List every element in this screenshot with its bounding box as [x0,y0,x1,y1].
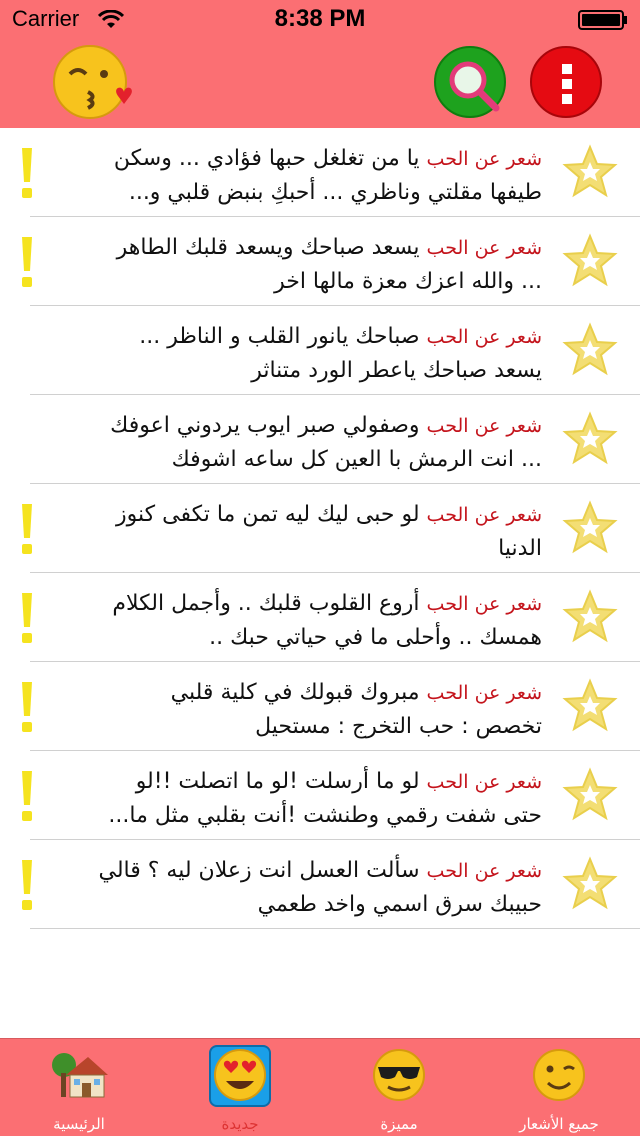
poem-line-2: ... والله اعزك معزة مالها اخر [274,269,542,294]
poem-list[interactable]: شعر عن الحب يا من تغلغل حبها فؤادي ... و… [0,128,640,1038]
row-separator [30,928,640,929]
tab-label: الرئيسية [53,1115,105,1133]
tab-label: مميزة [380,1115,418,1133]
poem-line-1: لو حبى ليك ليه تمن ما تكفى كنوز [116,502,420,527]
poem-tag: شعر عن الحب [426,860,542,882]
more-vertical-icon [562,64,572,104]
poem-line-1: صباحك يانور القلب و الناظر ... [139,324,420,349]
status-bar: Carrier 8:38 PM [0,0,640,40]
poem-text: شعر عن الحب يسعد صباحك ويسعد قلبك الطاهر… [52,231,542,299]
star-icon[interactable] [562,589,618,643]
poem-line-1: وصفولي صبر ايوب يردوني اعوفك [110,413,420,438]
tab-label: جميع الأشعار [519,1115,599,1133]
poem-line-2: همسك .. وأحلى ما في حياتي حبك .. [209,625,542,650]
tab-home[interactable]: الرئيسية [24,1039,134,1136]
star-icon[interactable] [562,144,618,198]
star-icon[interactable] [562,500,618,554]
tab-new[interactable]: جديدة [185,1039,295,1136]
star-icon[interactable] [562,322,618,376]
poem-tag: شعر عن الحب [426,237,542,259]
exclamation-icon [22,682,32,732]
sunglasses-emoji-icon [373,1049,425,1101]
star-icon[interactable] [562,233,618,287]
exclamation-icon [22,237,32,287]
poem-line-2: حتى شفت رقمي وطنشت !أنت بقلبي مثل ما... [108,803,542,828]
list-item[interactable]: شعر عن الحب يا من تغلغل حبها فؤادي ... و… [0,128,640,217]
exclamation-icon [22,148,32,198]
poem-line-2: الدنيا [498,536,542,561]
exclamation-icon [22,504,32,554]
poem-line-1: لو ما أرسلت !لو ما اتصلت !!لو [135,769,420,794]
list-item[interactable]: شعر عن الحب يسعد صباحك ويسعد قلبك الطاهر… [0,217,640,306]
star-icon[interactable] [562,856,618,910]
poem-text: شعر عن الحب وصفولي صبر ايوب يردوني اعوفك… [52,409,542,477]
wink-emoji-icon [533,1049,585,1101]
star-icon[interactable] [562,767,618,821]
poem-line-2: ... انت الرمش با العين كل ساعه اشوفك [171,447,542,472]
poem-line-1: مبروك قبولك في كلية قلبي [170,680,420,705]
list-item[interactable]: شعر عن الحب لو حبى ليك ليه تمن ما تكفى ك… [0,484,640,573]
poem-tag: شعر عن الحب [426,771,542,793]
poem-text: شعر عن الحب لو حبى ليك ليه تمن ما تكفى ك… [52,498,542,566]
poem-line-1: أروع القلوب قلبك .. وأجمل الكلام [112,591,420,616]
poem-line-1: يا من تغلغل حبها فؤادي ... وسكن [113,146,420,171]
list-item[interactable]: شعر عن الحب سألت العسل انت زعلان ليه ؟ ق… [0,840,640,929]
battery-icon [578,10,627,30]
poem-tag: شعر عن الحب [426,148,542,170]
list-item[interactable]: شعر عن الحب صباحك يانور القلب و الناظر .… [0,306,640,395]
poem-text: شعر عن الحب صباحك يانور القلب و الناظر .… [52,320,542,388]
poem-text: شعر عن الحب أروع القلوب قلبك .. وأجمل ال… [52,587,542,655]
exclamation-icon [22,860,32,910]
tab-bar: الرئيسية جديدة مميزة جميع الأشعار [0,1038,640,1136]
search-icon [449,61,500,112]
house-icon [52,1053,108,1098]
tab-all-poems[interactable]: جميع الأشعار [504,1039,614,1136]
list-item[interactable]: شعر عن الحب أروع القلوب قلبك .. وأجمل ال… [0,573,640,662]
poem-tag: شعر عن الحب [426,504,542,526]
poem-tag: شعر عن الحب [426,593,542,615]
list-item[interactable]: شعر عن الحب مبروك قبولك في كلية قلبي تخص… [0,662,640,751]
header: Carrier 8:38 PM [0,0,640,128]
tab-label: جديدة [221,1115,259,1133]
poem-line-2: طيفها مقلتي وناظري ... أحبكِ بنبض قلبي و… [128,180,542,205]
poem-line-2: تخصص : حب التخرج : مستحيل [255,714,542,739]
poem-tag: شعر عن الحب [426,415,542,437]
poem-line-2: يسعد صباحك ياعطر الورد متناثر [251,358,542,383]
poem-text: شعر عن الحب يا من تغلغل حبها فؤادي ... و… [52,142,542,210]
status-time: 8:38 PM [274,5,366,32]
star-icon[interactable] [562,411,618,465]
star-icon[interactable] [562,678,618,732]
list-item[interactable]: شعر عن الحب لو ما أرسلت !لو ما اتصلت !!ل… [0,751,640,840]
poem-tag: شعر عن الحب [426,682,542,704]
poem-line-2: حبيبك سرق اسمي واخد طعمي [257,892,542,917]
menu-button[interactable] [530,46,602,118]
poem-line-1: سألت العسل انت زعلان ليه ؟ قالي [98,858,420,883]
exclamation-icon [22,771,32,821]
kiss-emoji-icon[interactable] [52,44,136,120]
search-button[interactable] [434,46,506,118]
exclamation-icon [22,593,32,643]
poem-tag: شعر عن الحب [426,326,542,348]
poem-text: شعر عن الحب لو ما أرسلت !لو ما اتصلت !!ل… [52,765,542,833]
heart-eyes-emoji-icon [214,1049,266,1101]
tab-featured[interactable]: مميزة [344,1039,454,1136]
poem-line-1: يسعد صباحك ويسعد قلبك الطاهر [116,235,420,260]
poem-text: شعر عن الحب مبروك قبولك في كلية قلبي تخص… [52,676,542,744]
poem-text: شعر عن الحب سألت العسل انت زعلان ليه ؟ ق… [52,854,542,922]
list-item[interactable]: شعر عن الحب وصفولي صبر ايوب يردوني اعوفك… [0,395,640,484]
